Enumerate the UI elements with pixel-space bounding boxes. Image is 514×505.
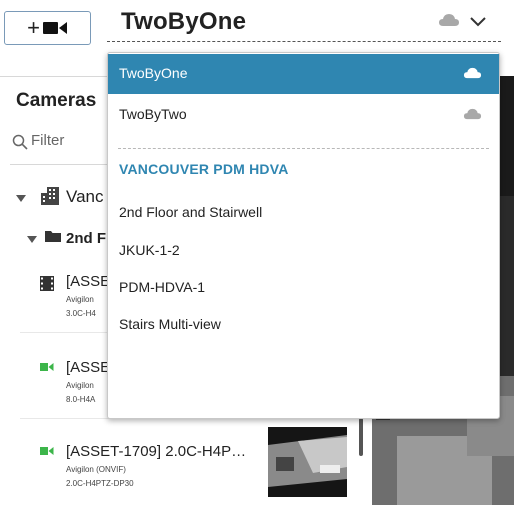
chevron-down-icon[interactable] (469, 16, 487, 28)
folder-icon (45, 231, 61, 242)
camera-vendor: Avigilon (66, 381, 94, 390)
title-underline (107, 41, 501, 42)
section-header: VANCOUVER PDM HDVA (119, 161, 289, 177)
dropdown-option-selected[interactable]: TwoByOne (108, 54, 499, 94)
add-camera-button[interactable]: + (4, 11, 91, 45)
folder-label[interactable]: 2nd F (66, 230, 106, 247)
view-item[interactable]: Stairs Multi-view (108, 316, 499, 332)
option-label: TwoByTwo (119, 106, 187, 122)
video-camera-icon (40, 363, 54, 371)
camera-model: 8.0-H4A (66, 395, 96, 404)
camera-name[interactable]: [ASSE (66, 273, 110, 290)
camera-name[interactable]: [ASSET-1709] 2.0C-H4P… (66, 443, 246, 460)
cloud-icon (439, 14, 459, 26)
camera-model: 2.0C-H4PTZ-DP30 (66, 479, 134, 488)
scrollbar-thumb[interactable] (359, 418, 363, 456)
view-item[interactable]: PDM-HDVA-1 (108, 279, 499, 295)
cameras-title: Cameras (16, 90, 97, 111)
film-icon (40, 276, 54, 291)
camera-name[interactable]: [ASSE (66, 359, 110, 376)
view-title[interactable]: TwoByOne (121, 8, 246, 36)
video-camera-icon (42, 22, 67, 34)
camera-vendor: Avigilon (ONVIF) (66, 465, 126, 474)
expand-folder-toggle[interactable] (27, 236, 37, 243)
dropdown-option[interactable]: TwoByTwo (108, 95, 499, 133)
view-item[interactable]: 2nd Floor and Stairwell (108, 204, 499, 220)
dropdown-separator (118, 148, 489, 149)
camera-thumbnail[interactable] (268, 427, 347, 497)
expand-site-toggle[interactable] (16, 195, 26, 202)
add-camera-plus: + (27, 15, 40, 40)
filter-input[interactable]: Filter (31, 132, 64, 149)
cloud-icon (463, 108, 482, 120)
cloud-icon (463, 67, 482, 79)
video-camera-icon (40, 447, 54, 455)
camera-vendor: Avigilon (66, 295, 94, 304)
camera-model: 3.0C-H4 (66, 309, 96, 318)
filter-underline (10, 164, 107, 165)
site-label[interactable]: Vanc (66, 187, 104, 207)
building-icon (41, 187, 59, 205)
search-icon (12, 134, 28, 150)
view-dropdown: TwoByOne TwoByTwo VANCOUVER PDM HDVA 2nd… (107, 52, 500, 419)
option-label: TwoByOne (119, 65, 188, 81)
view-item[interactable]: JKUK-1-2 (108, 242, 499, 258)
